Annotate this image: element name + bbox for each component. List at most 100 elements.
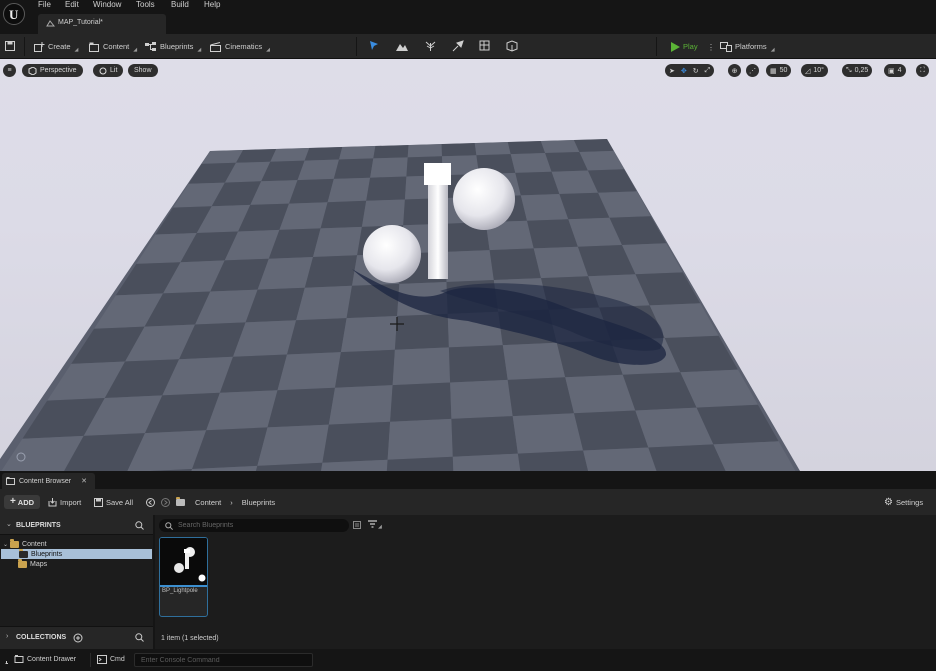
play-button[interactable]: Play	[671, 39, 698, 54]
search-icon[interactable]	[135, 521, 144, 530]
folder-icon	[18, 558, 27, 568]
content-browser-tab-label: Content Browser	[19, 477, 72, 485]
cinematics-button[interactable]: Cinematics ◢	[210, 39, 270, 54]
surface-snap-icon[interactable]: ⋰	[746, 64, 759, 77]
rotate-tool-icon[interactable]: ↻	[693, 67, 699, 75]
select-mode-icon[interactable]	[369, 40, 380, 52]
floor-tile	[304, 147, 343, 161]
fracture-mode-icon[interactable]	[479, 40, 490, 52]
import-icon	[48, 497, 57, 506]
content-icon	[89, 42, 99, 52]
viewport-scene	[0, 139, 800, 471]
plus-icon: +	[9, 496, 16, 507]
blueprints-section-header[interactable]: ⌄ BLUEPRINTS	[0, 515, 153, 535]
blueprint-thumbnail	[160, 538, 207, 585]
content-drawer-button[interactable]: Content Drawer	[5, 655, 76, 664]
show-button[interactable]: Show	[128, 64, 158, 77]
tree-item-content[interactable]: ⌄ Content	[0, 538, 153, 549]
tree-item-maps[interactable]: Maps	[0, 558, 153, 569]
menu-file[interactable]: File	[38, 0, 51, 10]
mesh-paint-mode-icon[interactable]	[452, 40, 464, 52]
create-label: Create	[48, 42, 71, 51]
close-tab-icon[interactable]: ✕	[81, 477, 87, 485]
floor-tile	[328, 385, 393, 425]
menu-help[interactable]: Help	[204, 0, 220, 10]
level-viewport[interactable]: ≡ Perspective Lit Show ➤ ✥ ↻ ⤢ ⊕ ⋰ ▦ 50 …	[0, 59, 936, 471]
scale-tool-icon[interactable]: ⤢	[705, 67, 711, 75]
floor-tile	[512, 413, 584, 454]
save-icon[interactable]	[5, 41, 15, 51]
blueprints-button[interactable]: Blueprints ◢	[145, 39, 201, 54]
show-label: Show	[134, 67, 152, 74]
floor-tile	[335, 349, 395, 388]
platforms-button[interactable]: Platforms ◢	[720, 39, 775, 54]
move-tool-icon[interactable]: ✥	[681, 67, 687, 75]
world-local-icon[interactable]: ⊕	[728, 64, 741, 77]
unreal-logo-icon[interactable]: U	[3, 3, 25, 25]
grid-snap-icon: ▦	[770, 67, 777, 75]
map-tab-label: MAP_Tutorial*	[58, 19, 103, 26]
map-tab[interactable]: MAP_Tutorial*	[38, 14, 166, 34]
grid-snap-button[interactable]: ▦ 50	[766, 64, 792, 77]
asset-tile-bp-lightpole[interactable]: BP_Lightpole	[159, 537, 208, 617]
cmd-button[interactable]: Cmd	[97, 655, 125, 664]
search-blueprints-input[interactable]	[178, 522, 338, 529]
add-button[interactable]: + ADD	[4, 495, 40, 509]
create-button[interactable]: Create ◢	[34, 39, 78, 54]
light-pole-lamp[interactable]	[424, 163, 451, 185]
menu-window[interactable]: Window	[93, 0, 121, 10]
modeling-mode-icon[interactable]	[506, 40, 518, 52]
menu-edit[interactable]: Edit	[65, 0, 79, 10]
rotation-snap-button[interactable]: ◿ 10°	[801, 64, 828, 77]
floor-tile	[448, 345, 508, 383]
breadcrumb-blueprints[interactable]: Blueprints	[242, 498, 275, 507]
light-pole[interactable]	[428, 175, 448, 279]
foliage-mode-icon[interactable]	[425, 40, 436, 52]
sphere-back[interactable]	[453, 168, 515, 230]
select-tool-icon[interactable]: ➤	[669, 67, 675, 75]
save-search-icon[interactable]	[353, 521, 362, 530]
history-forward-button[interactable]	[161, 495, 170, 509]
save-all-button[interactable]: Save All	[94, 495, 133, 509]
search-icon[interactable]	[135, 633, 144, 642]
floor-tile	[574, 410, 649, 451]
gear-icon: ⚙	[884, 496, 893, 508]
import-button[interactable]: Import	[48, 495, 81, 509]
floor-tile	[287, 318, 347, 355]
cinematics-label: Cinematics	[225, 42, 263, 51]
scale-snap-button[interactable]: ⤡ 0,25	[842, 64, 873, 77]
settings-button[interactable]: ⚙ Settings	[884, 495, 923, 509]
menu-build[interactable]: Build	[171, 0, 189, 10]
lit-button[interactable]: Lit	[93, 64, 124, 77]
back-arrow-icon	[146, 497, 155, 507]
transform-tools: ➤ ✥ ↻ ⤢	[665, 64, 715, 77]
play-options-icon[interactable]: ⋮	[707, 43, 715, 52]
viewport-menu-icon[interactable]: ≡	[3, 64, 16, 77]
collections-section-header[interactable]: › COLLECTIONS	[0, 626, 153, 649]
menu-tools[interactable]: Tools	[136, 0, 155, 10]
breadcrumb-content[interactable]: Content	[195, 498, 221, 507]
play-label: Play	[683, 42, 698, 51]
filter-caret-icon: ◢	[378, 524, 382, 530]
tree-item-blueprints[interactable]: Blueprints	[1, 548, 152, 559]
floor-tile	[445, 250, 494, 282]
content-browser-tab[interactable]: Content Browser ✕	[2, 473, 95, 489]
blueprints-section-label: BLUEPRINTS	[16, 522, 61, 529]
camera-speed-button[interactable]: ▣ 4	[884, 64, 906, 77]
console-command-input[interactable]	[141, 656, 306, 664]
landscape-mode-icon[interactable]	[396, 40, 409, 52]
rotation-snap-icon: ◿	[805, 67, 811, 75]
floor-tile	[296, 285, 352, 321]
console-command-field[interactable]	[134, 653, 313, 667]
rotation-snap-value: 10°	[813, 67, 824, 74]
sphere-front[interactable]	[363, 225, 421, 283]
content-button[interactable]: Content ◢	[89, 39, 137, 54]
breadcrumb: Content › Blueprints	[176, 495, 275, 509]
history-back-button[interactable]	[146, 495, 155, 509]
add-collection-icon[interactable]	[73, 633, 83, 643]
save-all-label: Save All	[106, 497, 134, 507]
maximize-viewport-icon[interactable]: ⛶	[916, 64, 929, 77]
level-icon	[46, 20, 55, 27]
search-blueprints-field[interactable]	[159, 519, 349, 532]
perspective-button[interactable]: Perspective	[22, 64, 83, 77]
